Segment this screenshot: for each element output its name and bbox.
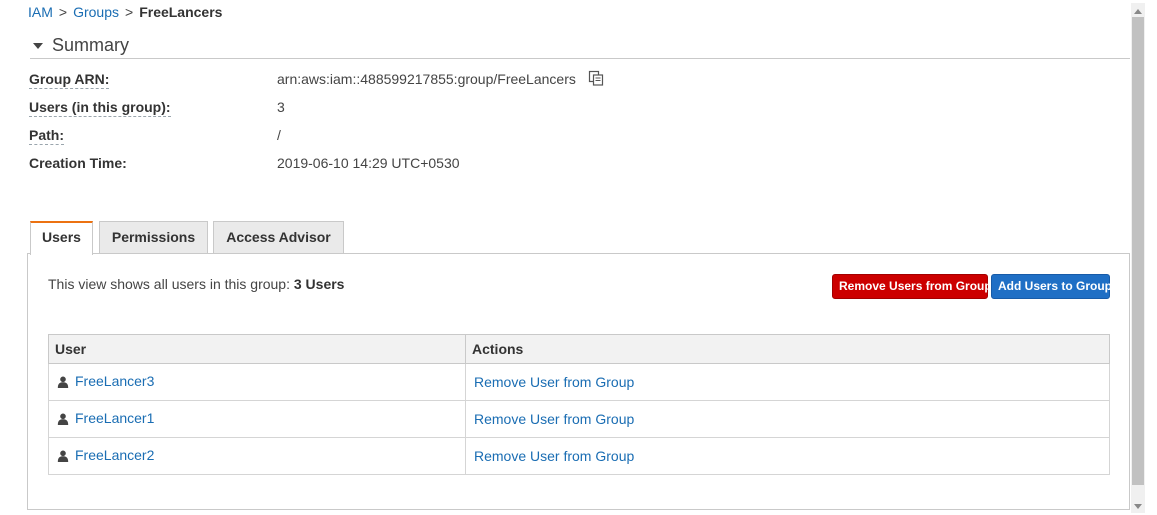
add-users-button[interactable]: Add Users to Group <box>991 274 1112 299</box>
path-value: / <box>277 127 281 143</box>
caret-down-icon[interactable] <box>33 39 45 51</box>
action-cell: Remove User from Group <box>465 437 1110 475</box>
creation-time-value: 2019-06-10 14:29 UTC+0530 <box>277 155 460 171</box>
action-cell: Remove User from Group <box>465 400 1110 438</box>
user-cell: FreeLancer3 <box>48 363 466 401</box>
users-panel: This view shows all users in this group:… <box>27 253 1130 510</box>
table-row: FreeLancer3 Remove User from Group <box>48 363 1110 401</box>
summary-title: Summary <box>52 35 130 55</box>
tab-users[interactable]: Users <box>30 221 93 255</box>
users-panel-description: This view shows all users in this group:… <box>48 276 344 292</box>
vertical-scrollbar[interactable] <box>1131 3 1145 513</box>
group-arn-value: arn:aws:iam::488599217855:group/FreeLanc… <box>277 70 604 90</box>
user-link[interactable]: FreeLancer1 <box>75 410 154 426</box>
user-link[interactable]: FreeLancer2 <box>75 447 154 463</box>
user-link[interactable]: FreeLancer3 <box>75 373 154 389</box>
user-icon <box>57 449 69 465</box>
breadcrumb: IAM > Groups > FreeLancers <box>28 3 222 21</box>
breadcrumb-current: FreeLancers <box>139 4 223 20</box>
copy-icon[interactable] <box>588 70 604 90</box>
column-header-user[interactable]: User <box>48 334 466 364</box>
remove-users-button[interactable]: Remove Users from Group <box>832 274 992 299</box>
action-cell: Remove User from Group <box>465 363 1110 401</box>
tab-access-advisor[interactable]: Access Advisor <box>213 221 344 253</box>
table-row: FreeLancer2 Remove User from Group <box>48 437 1110 475</box>
scroll-up-icon[interactable] <box>1134 9 1142 14</box>
scroll-down-icon[interactable] <box>1134 504 1142 509</box>
tab-permissions[interactable]: Permissions <box>99 221 208 253</box>
users-count-text: 3 Users <box>293 276 345 292</box>
breadcrumb-separator: > <box>125 4 134 20</box>
breadcrumb-groups[interactable]: Groups <box>73 4 119 20</box>
column-header-actions: Actions <box>465 334 1110 364</box>
user-icon <box>57 375 69 391</box>
remove-user-link[interactable]: Remove User from Group <box>474 411 634 427</box>
users-table: User Actions FreeLancer3 Remove User fro… <box>48 334 1110 475</box>
breadcrumb-iam[interactable]: IAM <box>28 4 53 20</box>
group-arn-label: Group ARN: <box>29 71 110 89</box>
breadcrumb-separator: > <box>58 4 68 20</box>
group-arn-text: arn:aws:iam::488599217855:group/FreeLanc… <box>277 71 576 87</box>
creation-time-label: Creation Time: <box>29 155 127 171</box>
remove-user-link[interactable]: Remove User from Group <box>474 448 634 464</box>
user-icon <box>57 412 69 428</box>
table-header-row: User Actions <box>48 334 1110 364</box>
user-cell: FreeLancer1 <box>48 400 466 438</box>
scrollbar-thumb[interactable] <box>1132 17 1144 485</box>
remove-user-link[interactable]: Remove User from Group <box>474 374 634 390</box>
table-row: FreeLancer1 Remove User from Group <box>48 400 1110 438</box>
description-text: This view shows all users in this group: <box>48 276 294 292</box>
summary-header[interactable]: Summary <box>30 34 1130 59</box>
users-count-label: Users (in this group): <box>29 99 171 117</box>
user-cell: FreeLancer2 <box>48 437 466 475</box>
users-count-value: 3 <box>277 99 285 115</box>
path-label: Path: <box>29 127 64 145</box>
